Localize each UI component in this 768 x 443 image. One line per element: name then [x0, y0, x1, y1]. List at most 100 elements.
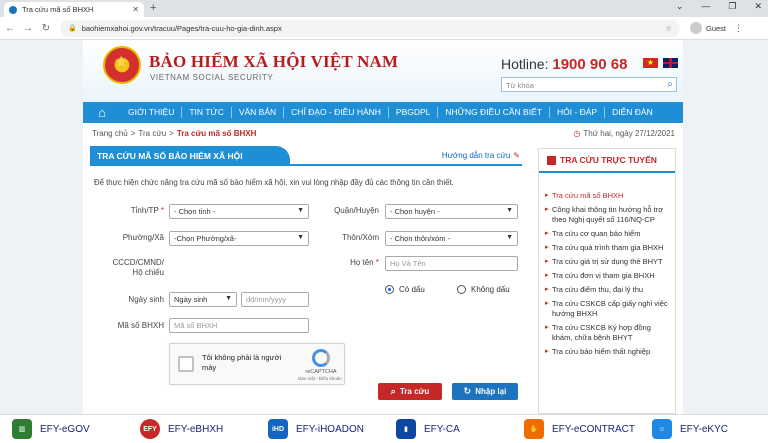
- page-viewport: BẢO HIỂM XÃ HỘI VIỆT NAM VIETNAM SOCIAL …: [0, 40, 768, 414]
- profile-button[interactable]: Guest: [690, 22, 726, 34]
- ward-label: Phường/Xã: [122, 233, 164, 242]
- search-icon: ⌕: [390, 386, 396, 396]
- banner-econtract[interactable]: ✋ EFY-eCONTRACT: [512, 419, 640, 439]
- search-button[interactable]: ⌕ Tra cứu: [378, 383, 442, 400]
- close-window-button[interactable]: ✕: [754, 1, 762, 12]
- sidebar-item[interactable]: Tra cứu giá trị sử dụng thẻ BHYT: [545, 257, 673, 267]
- sidebar-header: TRA CỨU TRỰC TUYẾN: [539, 149, 675, 173]
- banner-ekyc[interactable]: ☺ EFY-eKYC: [640, 419, 768, 439]
- site-header: BẢO HIỂM XÃ HỘI VIỆT NAM VIETNAM SOCIAL …: [83, 40, 683, 102]
- hotline-label: Hotline:: [501, 56, 549, 72]
- profile-label: Guest: [706, 23, 727, 33]
- close-tab-icon[interactable]: ✕: [132, 5, 139, 14]
- org-name: BẢO HIỂM XÃ HỘI VIỆT NAM: [149, 52, 399, 71]
- accent-no-radio[interactable]: Không dấu: [457, 285, 510, 294]
- nav-item-dien-dan[interactable]: DIỄN ĐÀN: [605, 107, 660, 118]
- recaptcha-terms[interactable]: Bảo mật - Điều khoản: [294, 376, 346, 381]
- ward-select[interactable]: -Chọn Phường/xã- ▼: [169, 231, 309, 246]
- hotline: Hotline: 1900 90 68: [501, 56, 627, 73]
- national-emblem-icon[interactable]: [103, 46, 141, 84]
- province-label: Tỉnh/TP *: [130, 206, 164, 215]
- org-subtitle: VIETNAM SOCIAL SECURITY: [150, 73, 274, 82]
- breadcrumb-home[interactable]: Trang chủ: [92, 129, 128, 138]
- nav-item-chi-dao[interactable]: CHỈ ĐẠO - ĐIỀU HÀNH: [284, 107, 389, 118]
- hamlet-select[interactable]: - Chọn thôn/xóm - ▼: [385, 231, 518, 246]
- sidebar-item[interactable]: Tra cứu mã số BHXH: [545, 191, 673, 201]
- browser-tab-bar: Tra cứu mã số BHXH ✕ + ⌄ — ❐ ✕: [0, 0, 768, 17]
- sidebar-marker-icon: [547, 155, 556, 165]
- hamlet-label: Thôn/Xóm: [342, 233, 379, 242]
- banner-egov[interactable]: ▥ EFY-eGOV: [0, 419, 128, 439]
- home-icon[interactable]: ⌂: [83, 105, 121, 120]
- nav-item-pbgdpl[interactable]: PBGDPL: [389, 107, 439, 118]
- handshake-icon: ✋: [524, 419, 544, 439]
- sidebar-title: TRA CỨU TRỰC TUYẾN: [560, 155, 657, 165]
- chevron-down-icon: ▼: [225, 295, 232, 302]
- province-select[interactable]: - Chọn tỉnh - ▼: [169, 204, 309, 219]
- browser-tab[interactable]: Tra cứu mã số BHXH ✕: [4, 2, 144, 17]
- avatar: [690, 22, 702, 34]
- panel-header: TRA CỨU MÃ SỐ BẢO HIỂM XÃ HỘI Hướng dẫn …: [90, 146, 522, 166]
- back-button[interactable]: ←: [2, 23, 18, 34]
- sidebar-item[interactable]: Tra cứu cơ quan bảo hiểm: [545, 229, 673, 239]
- keyword-search-input[interactable]: Từ khóa ⌕: [501, 77, 677, 92]
- accent-yes-radio[interactable]: Có dấu: [385, 285, 425, 294]
- sidebar-item[interactable]: Tra cứu đơn vị tham gia BHXH: [545, 271, 673, 281]
- nav-item-hoi-dap[interactable]: HỎI - ĐÁP: [550, 107, 606, 118]
- reload-button[interactable]: ↻: [38, 23, 54, 34]
- sidebar-item[interactable]: Tra cứu CSKCB Ký hợp đồng khám, chữa bện…: [545, 323, 673, 343]
- restore-button[interactable]: ❐: [728, 1, 736, 12]
- search-icon[interactable]: ⌕: [667, 79, 673, 90]
- hotline-number: 1900 90 68: [552, 56, 628, 73]
- bhxh-input[interactable]: Mã số BHXH: [169, 318, 309, 333]
- chevron-down-icon: ▼: [506, 207, 513, 214]
- sidebar-item[interactable]: Tra cứu bảo hiểm thất nghiệp: [545, 347, 673, 357]
- new-tab-button[interactable]: +: [150, 2, 156, 14]
- banner-ebhxh[interactable]: EFY EFY-eBHXH: [128, 419, 256, 439]
- sidebar-item[interactable]: Công khai thông tin hướng hỗ trợ theo Ng…: [545, 205, 673, 225]
- banner-ca[interactable]: ▮ EFY-CA: [384, 419, 512, 439]
- guide-document-icon: ✎: [513, 151, 520, 160]
- sidebar-item[interactable]: Tra cứu CSKCB cấp giấy nghỉ việc hưởng B…: [545, 299, 673, 319]
- district-label: Quận/Huyện: [334, 206, 379, 215]
- dob-input[interactable]: dd/mm/yyyy: [241, 292, 309, 307]
- sidebar-item[interactable]: Tra cứu điểm thu, đại lý thu: [545, 285, 673, 295]
- breadcrumb-tra-cuu[interactable]: Tra cứu: [138, 129, 166, 138]
- vietnam-flag-icon[interactable]: ★: [643, 58, 658, 68]
- banner-ihoadon[interactable]: iHD EFY-iHOADON: [256, 419, 384, 439]
- tab-title: Tra cứu mã số BHXH: [22, 5, 94, 14]
- recaptcha-text: Tôi không phải là người máy: [202, 353, 282, 372]
- favicon-icon: [9, 5, 17, 14]
- current-date: ◷ Thứ hai, ngày 27/12/2021: [573, 129, 675, 138]
- bookmark-star-icon[interactable]: ☆: [665, 24, 672, 33]
- dob-type-select[interactable]: Ngày sinh ▼: [169, 292, 237, 307]
- recaptcha-widget: Tôi không phải là người máy reCAPTCHA Bả…: [169, 343, 345, 385]
- chevron-down-icon: ▼: [506, 234, 513, 241]
- guide-link[interactable]: Hướng dẫn tra cứu ✎: [442, 151, 520, 160]
- forward-button[interactable]: →: [20, 23, 36, 34]
- usb-token-icon: ▮: [396, 419, 416, 439]
- sidebar-item[interactable]: Tra cứu quá trình tham gia BHXH: [545, 243, 673, 253]
- radio-unselected-icon: [457, 285, 466, 294]
- nav-item-van-ban[interactable]: VĂN BẢN: [232, 107, 285, 118]
- fullname-input[interactable]: Họ Và Tên: [385, 256, 518, 271]
- district-select[interactable]: - Chọn huyện - ▼: [385, 204, 518, 219]
- partner-banner: ▥ EFY-eGOV EFY EFY-eBHXH iHD EFY-iHOADON ▮ E…: [0, 414, 768, 443]
- uk-flag-icon[interactable]: [663, 58, 678, 68]
- nav-item-tin-tuc[interactable]: TIN TỨC: [182, 107, 232, 118]
- chevron-down-icon[interactable]: ⌄: [676, 1, 684, 12]
- lock-icon: 🔒: [68, 25, 77, 32]
- nav-item-nhung-dieu-can-biet[interactable]: NHỮNG ĐIỀU CẦN BIẾT: [438, 107, 550, 118]
- minimize-button[interactable]: —: [701, 1, 710, 12]
- ihd-logo-icon: iHD: [268, 419, 288, 439]
- recaptcha-checkbox[interactable]: [178, 356, 194, 372]
- reset-button[interactable]: ↻ Nhập lại: [452, 383, 518, 400]
- url-field[interactable]: 🔒 baohiemxahoi.gov.vn/tracuu/Pages/tra-c…: [60, 19, 680, 37]
- panel-title: TRA CỨU MÃ SỐ BẢO HIỂM XÃ HỘI: [90, 146, 290, 166]
- nav-item-gioi-thieu[interactable]: GIỚI THIỆU: [121, 107, 183, 118]
- browser-menu-icon[interactable]: ⋮: [734, 23, 743, 34]
- search-placeholder: Từ khóa: [506, 81, 534, 90]
- radio-selected-icon: [385, 285, 394, 294]
- sidebar-list: Tra cứu mã số BHXH Công khai thông tin h…: [545, 191, 673, 361]
- address-bar-row: ← → ↻ 🔒 baohiemxahoi.gov.vn/tracuu/Pages…: [0, 17, 768, 40]
